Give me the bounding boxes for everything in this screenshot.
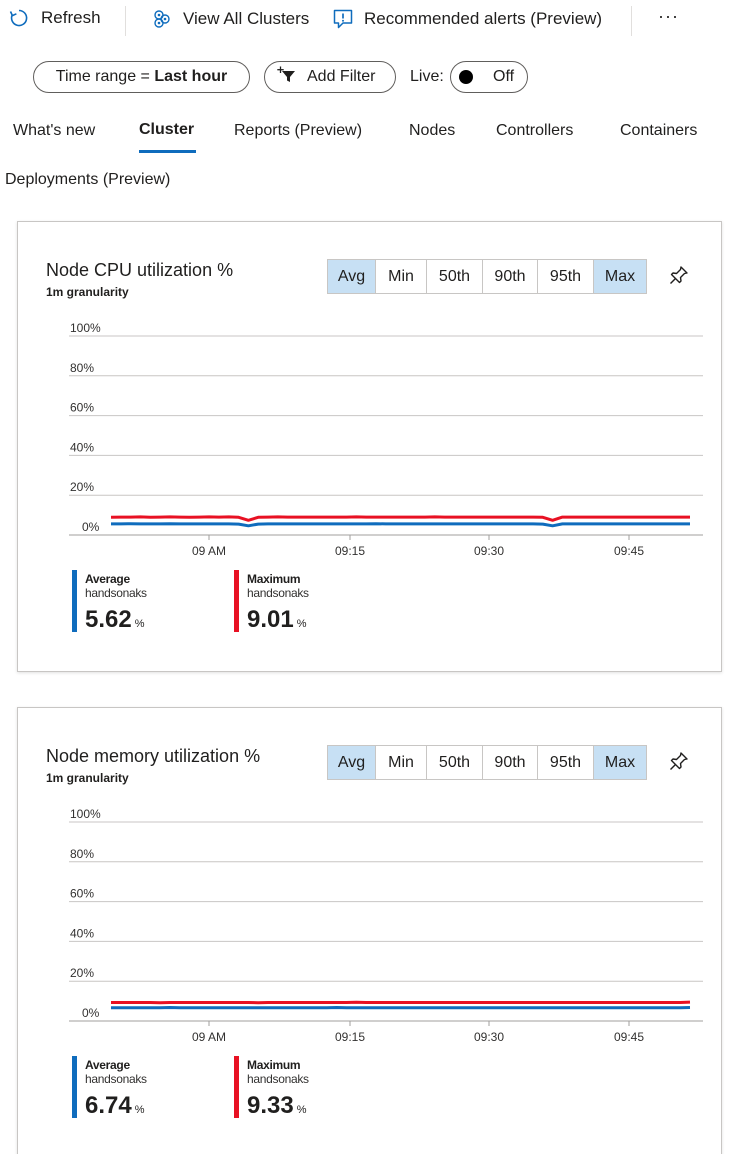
add-filter-label: Add Filter — [307, 68, 376, 85]
legend-average: Average handsonaks 6.74% — [72, 1056, 182, 1120]
y-tick-label: 80% — [70, 847, 94, 861]
legend-value-number: 6.74 — [85, 1092, 132, 1119]
series-line-maximum — [110, 515, 690, 522]
y-tick-label: 60% — [70, 401, 94, 415]
command-bar: Refresh View All Clusters Recommended al… — [0, 0, 740, 40]
legend-value: 6.74% — [85, 1092, 145, 1120]
time-range-filter[interactable]: Time range = Last hour — [33, 61, 250, 93]
view-all-clusters-label: View All Clusters — [183, 9, 310, 28]
add-filter-icon — [277, 66, 297, 89]
x-tick-label: 09:15 — [335, 544, 365, 558]
toggle-knob — [459, 70, 473, 84]
tab-containers[interactable]: Containers — [620, 122, 697, 140]
legend-cluster-name: handsonaks — [85, 586, 147, 600]
series-line-maximum — [111, 1000, 691, 1005]
legend-maximum: Maximum handsonaks 9.01% — [234, 570, 344, 634]
legend-cluster-name: handsonaks — [85, 1072, 147, 1086]
tab-reports[interactable]: Reports (Preview) — [234, 122, 362, 140]
y-tick-label: 40% — [70, 926, 94, 940]
x-tick-label: 09:15 — [335, 1030, 365, 1044]
live-toggle[interactable]: Off — [450, 61, 528, 93]
x-tick-label: 09:45 — [614, 1030, 644, 1044]
y-tick-label: 0% — [82, 520, 100, 534]
legend-value-number: 9.33 — [247, 1092, 294, 1119]
memory-utilization-card: Node memory utilization % 1m granularity… — [17, 707, 722, 1154]
toolbar-separator — [125, 6, 126, 36]
legend-value: 5.62% — [85, 606, 145, 634]
refresh-button[interactable]: Refresh — [9, 8, 101, 28]
tab-controllers[interactable]: Controllers — [496, 122, 573, 140]
legend-maximum: Maximum handsonaks 9.33% — [234, 1056, 344, 1120]
legend-series-name: Maximum — [247, 572, 301, 586]
memory-utilization-chart: 0% 20% 40% 60% 80% 100% 09 AM 09:15 09:30 09:45 — [69, 807, 703, 1044]
view-all-clusters-button[interactable]: View All Clusters — [151, 8, 309, 30]
y-tick-label: 20% — [70, 480, 94, 494]
legend-series-name: Maximum — [247, 1058, 301, 1072]
legend-value: 9.33% — [247, 1092, 307, 1120]
series-line-average — [111, 522, 690, 528]
time-range-value: Last hour — [154, 68, 228, 85]
legend-value-unit: % — [296, 618, 307, 630]
legend-value-unit: % — [134, 1104, 145, 1116]
recommended-alerts-button[interactable]: Recommended alerts (Preview) — [332, 8, 602, 30]
legend-value-unit: % — [296, 1104, 307, 1116]
more-icon: ··· — [658, 6, 679, 26]
y-tick-label: 40% — [70, 440, 94, 454]
tab-whats-new[interactable]: What's new — [13, 122, 95, 140]
x-tick-label: 09 AM — [192, 544, 226, 558]
cpu-utilization-card: Node CPU utilization % 1m granularity Av… — [17, 221, 722, 672]
alert-icon — [332, 8, 354, 30]
refresh-label: Refresh — [41, 8, 101, 27]
live-label: Live: — [410, 68, 444, 85]
y-tick-label: 0% — [82, 1006, 100, 1020]
cpu-utilization-chart: 0% 20% 40% 60% 80% 100% 09 AM 09:15 09:30 09:45 — [69, 321, 703, 558]
legend-value-number: 9.01 — [247, 606, 294, 633]
legend-average: Average handsonaks 5.62% — [72, 570, 182, 634]
legend-value-number: 5.62 — [85, 606, 132, 633]
legend-cluster-name: handsonaks — [247, 1072, 309, 1086]
tab-cluster[interactable]: Cluster — [139, 121, 194, 139]
legend-maximum-swatch — [234, 570, 239, 632]
x-tick-label: 09:30 — [474, 1030, 504, 1044]
toolbar-separator — [631, 6, 632, 36]
legend-series-name: Average — [85, 1058, 130, 1072]
time-range-prefix: Time range = — [55, 68, 155, 85]
x-tick-label: 09 AM — [192, 1030, 226, 1044]
tab-deployments[interactable]: Deployments (Preview) — [5, 171, 170, 189]
legend-cluster-name: handsonaks — [247, 586, 309, 600]
legend-average-swatch — [72, 570, 77, 632]
more-options-button[interactable]: ··· — [658, 6, 679, 27]
x-tick-label: 09:30 — [474, 544, 504, 558]
legend-value: 9.01% — [247, 606, 307, 634]
tab-nodes[interactable]: Nodes — [409, 122, 455, 140]
x-tick-label: 09:45 — [614, 544, 644, 558]
recommended-alerts-label: Recommended alerts (Preview) — [364, 9, 603, 28]
refresh-icon — [9, 8, 29, 28]
y-tick-label: 60% — [70, 887, 94, 901]
y-tick-label: 100% — [70, 807, 101, 821]
active-tab-indicator — [139, 150, 196, 153]
y-tick-label: 20% — [70, 966, 94, 980]
legend-value-unit: % — [134, 618, 145, 630]
live-state: Off — [493, 68, 515, 85]
legend-maximum-swatch — [234, 1056, 239, 1118]
y-tick-label: 100% — [70, 321, 101, 335]
legend-series-name: Average — [85, 572, 130, 586]
clusters-icon — [151, 8, 173, 30]
add-filter-button[interactable]: Add Filter — [264, 61, 396, 93]
y-tick-label: 80% — [70, 361, 94, 375]
legend-average-swatch — [72, 1056, 77, 1118]
